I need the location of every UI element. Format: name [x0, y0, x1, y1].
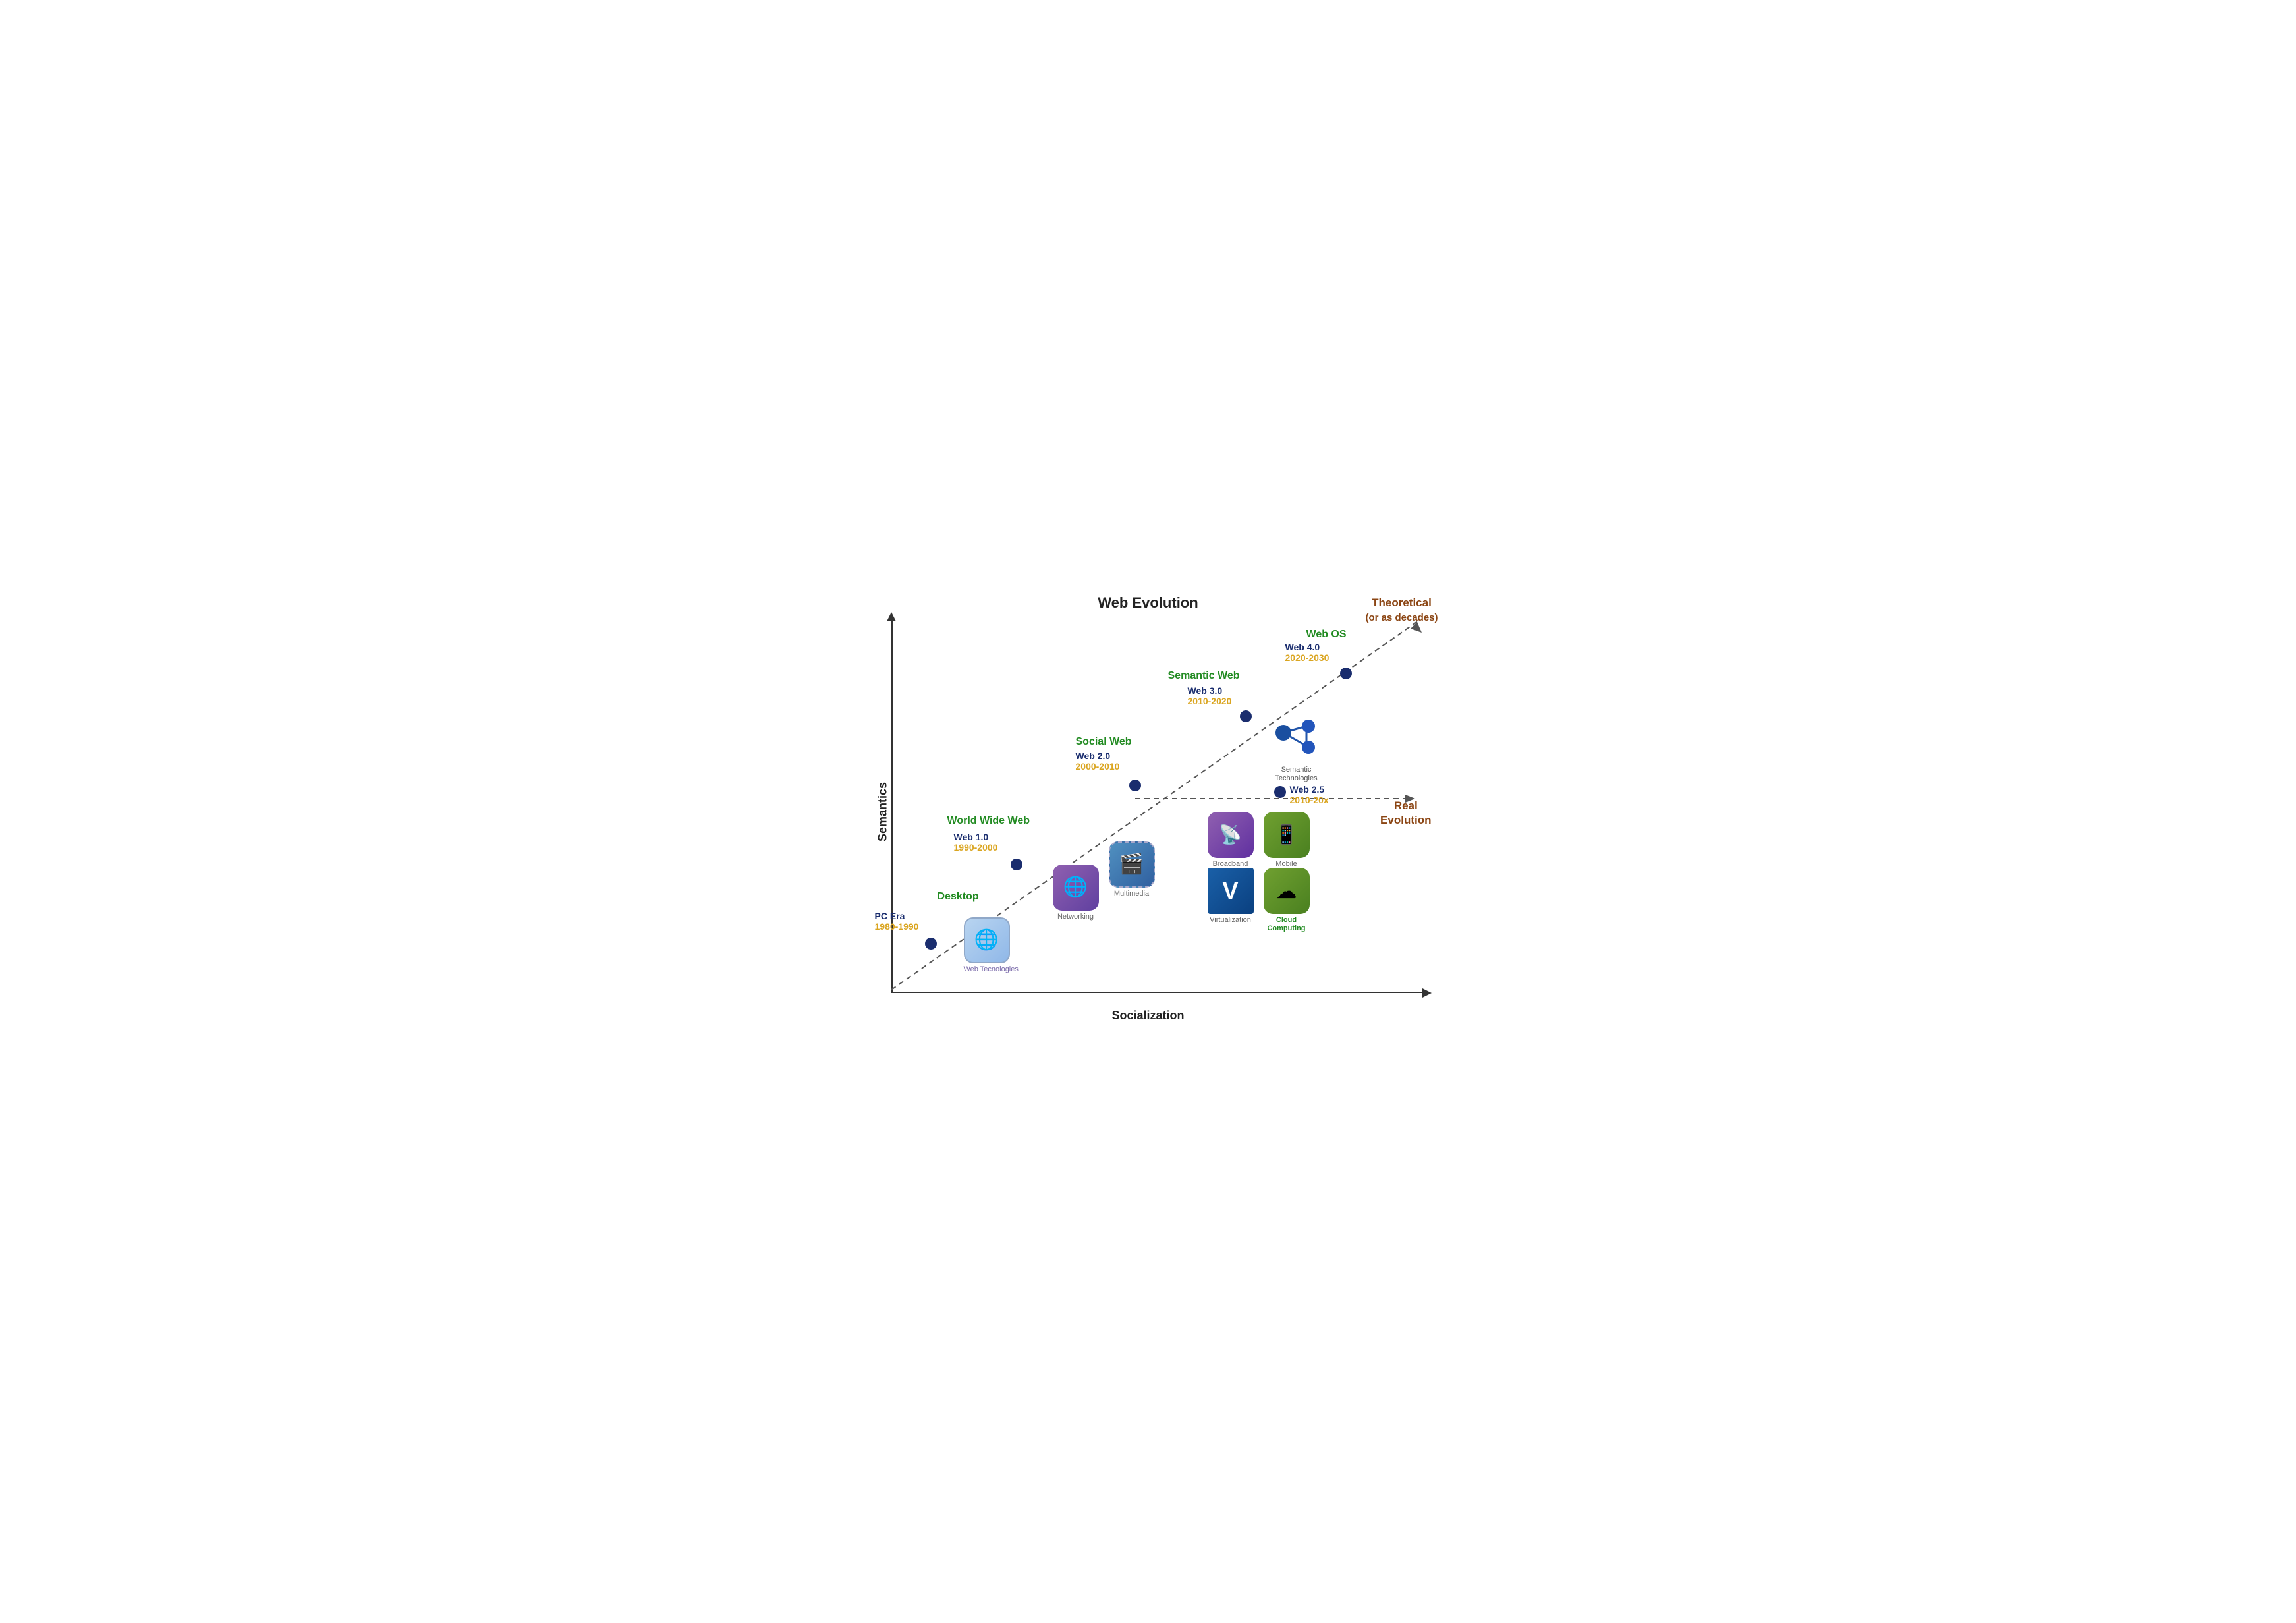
category-webos: Web OS: [1306, 629, 1347, 641]
theoretical-label: Theoretical(or as decades): [1365, 596, 1438, 625]
era-name-web40: Web 4.0: [1285, 642, 1330, 652]
era-year-web30: 2010-2020: [1188, 696, 1232, 706]
x-axis-arrow: [1422, 988, 1432, 998]
era-year-web25: 2010-20x: [1290, 795, 1329, 805]
label-web10: Web 1.0 1990-2000: [954, 832, 998, 853]
icon-virtualization: V Virtualization: [1208, 868, 1254, 924]
category-semantic-web: Semantic Web: [1168, 670, 1240, 682]
icon-cloud-computing: ☁ CloudComputing: [1264, 868, 1310, 933]
chart-lines: [852, 594, 1445, 1029]
dot-web30: [1240, 710, 1252, 722]
y-axis-arrow: [887, 612, 896, 621]
label-web40: Web 4.0 2020-2030: [1285, 642, 1330, 663]
icon-web-technologies: 🌐 Web Tecnologies: [964, 917, 1019, 973]
dot-web10: [1011, 859, 1022, 870]
dot-web25: [1274, 786, 1286, 798]
chart-container: Web Evolution Theoretical(or as decades)…: [852, 594, 1445, 1029]
label-web25: Web 2.5 2010-20x: [1290, 784, 1329, 805]
era-name-web20: Web 2.0: [1076, 751, 1120, 761]
y-axis-label: Semantics: [876, 782, 889, 841]
icon-multimedia: 🎬 Multimedia: [1109, 841, 1155, 897]
x-axis-label: Socialization: [1111, 1009, 1184, 1023]
dot-pc-era: [925, 938, 937, 950]
era-year-web10: 1990-2000: [954, 842, 998, 853]
era-year-pc-era: 1980-1990: [875, 921, 919, 932]
semantic-technologies-icon: SemanticTechnologies: [1270, 720, 1323, 783]
era-name-web30: Web 3.0: [1188, 685, 1232, 696]
dot-web20: [1129, 780, 1141, 791]
category-social-web: Social Web: [1076, 736, 1132, 748]
label-web30: Web 3.0 2010-2020: [1188, 685, 1232, 706]
label-pc-era: PC Era 1980-1990: [875, 911, 919, 932]
chart-title: Web Evolution: [1098, 594, 1198, 612]
real-evolution-label: RealEvolution: [1380, 799, 1431, 828]
icon-broadband: 📡 Broadband: [1208, 812, 1254, 868]
x-axis: [891, 992, 1425, 993]
era-year-web20: 2000-2010: [1076, 761, 1120, 772]
dot-web40: [1340, 668, 1352, 679]
era-name-pc-era: PC Era: [875, 911, 919, 921]
era-name-web25: Web 2.5: [1290, 784, 1329, 795]
era-name-web10: Web 1.0: [954, 832, 998, 842]
y-axis: [891, 617, 893, 993]
icon-networking: 🌐 Networking: [1053, 865, 1099, 921]
label-web20: Web 2.0 2000-2010: [1076, 751, 1120, 772]
category-desktop: Desktop: [938, 891, 979, 903]
era-year-web40: 2020-2030: [1285, 652, 1330, 663]
category-www: World Wide Web: [947, 815, 1030, 827]
